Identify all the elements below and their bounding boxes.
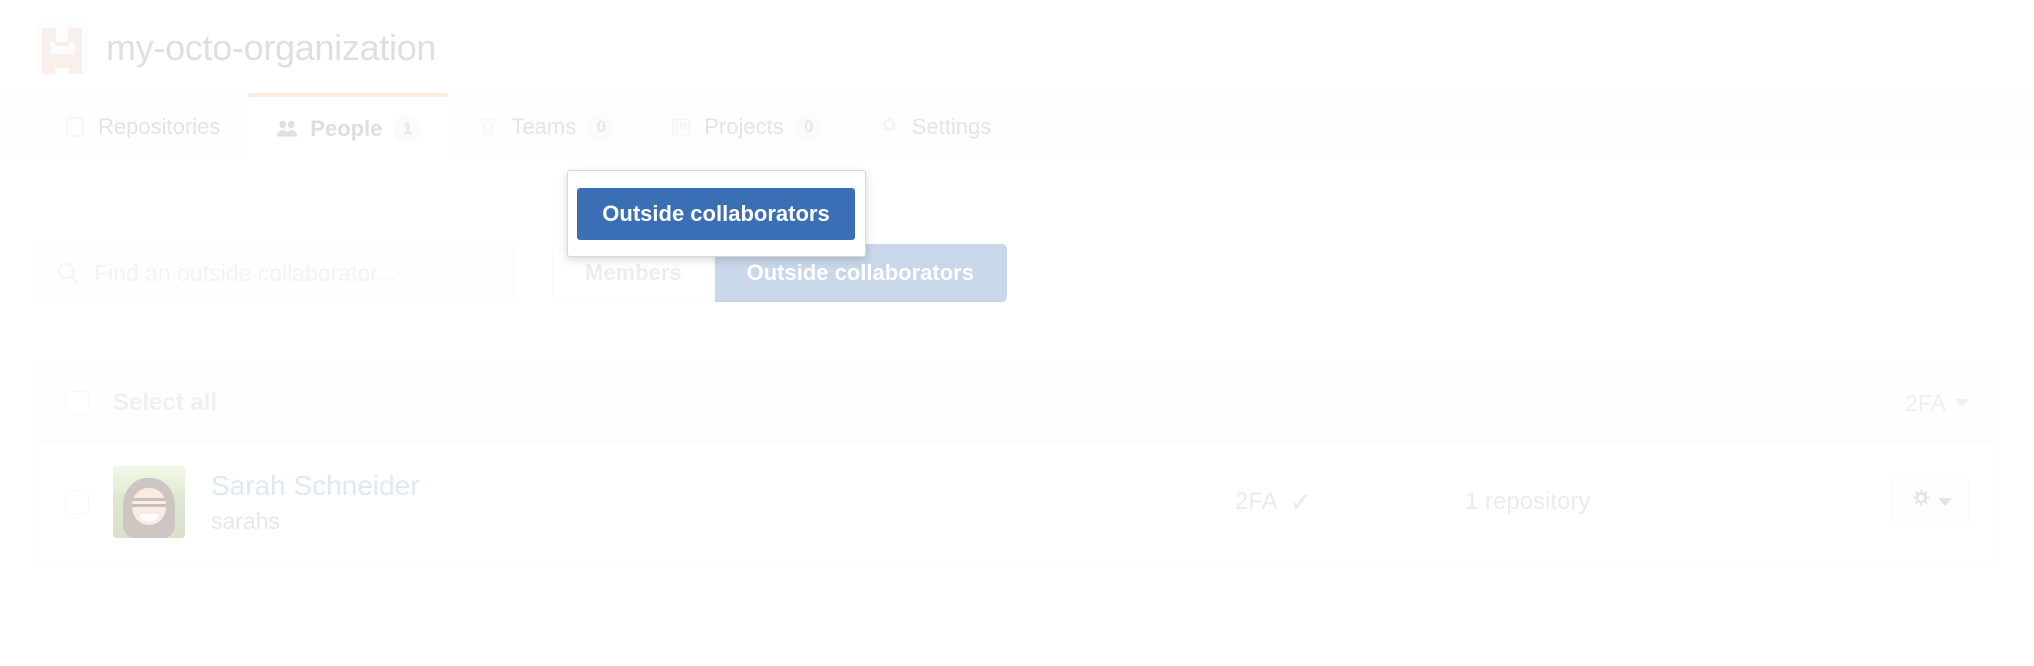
row-checkbox[interactable] <box>65 490 89 514</box>
repo-icon <box>63 115 87 139</box>
organization-people-page: my-octo-organization Repositories People… <box>0 0 2034 666</box>
gear-icon <box>877 115 901 139</box>
chevron-down-icon <box>1937 498 1952 506</box>
search-icon <box>55 260 81 286</box>
outside-collaborators-button[interactable]: Outside collaborators <box>577 188 855 240</box>
tab-counter: 1 <box>393 114 422 143</box>
page-title: my-octo-organization <box>106 27 437 68</box>
tab-repositories[interactable]: Repositories <box>36 93 247 160</box>
user-name-link[interactable]: Sarah Schneider <box>211 470 420 502</box>
tab-counter: 0 <box>794 112 823 141</box>
user-info: Sarah Schneider sarahs <box>211 470 420 535</box>
collaborators-list: Select all 2FA Sarah Schneider sarahs 2F… <box>36 364 1998 563</box>
select-all-label: Select all <box>113 389 218 416</box>
row-inner: Sarah Schneider sarahs 2FA ✓ 1 repositor… <box>65 466 1969 538</box>
user-avatar-photo[interactable] <box>113 466 185 538</box>
row-actions-button[interactable] <box>1891 477 1969 527</box>
list-header: Select all 2FA <box>37 365 1997 442</box>
table-row: Sarah Schneider sarahs 2FA ✓ 1 repositor… <box>37 442 1997 562</box>
tab-label: Repositories <box>98 113 221 139</box>
teams-icon <box>476 115 500 139</box>
tab-settings[interactable]: Settings <box>850 93 1019 160</box>
tab-label: Projects <box>704 113 784 139</box>
tab-label: Teams <box>511 113 577 139</box>
org-nav: Repositories People 1 Teams 0 Projects 0… <box>36 93 1018 160</box>
tab-projects[interactable]: Projects 0 <box>642 93 849 160</box>
people-icon <box>275 117 299 141</box>
org-nav-bar: Repositories People 1 Teams 0 Projects 0… <box>0 93 2034 160</box>
twofa-filter-label: 2FA <box>1905 389 1946 416</box>
tab-counter: 0 <box>587 112 616 141</box>
gear-icon <box>1909 488 1932 516</box>
chevron-down-icon <box>1955 399 1969 407</box>
search-input[interactable]: Find an outside collaborator... <box>36 244 514 302</box>
search-placeholder: Find an outside collaborator... <box>94 259 396 286</box>
twofa-status: 2FA ✓ <box>1235 487 1312 518</box>
twofa-label: 2FA <box>1235 488 1278 515</box>
project-icon <box>669 115 693 139</box>
tab-teams[interactable]: Teams 0 <box>449 93 642 160</box>
twofa-filter-dropdown[interactable]: 2FA <box>1905 390 1969 417</box>
user-login: sarahs <box>211 507 281 534</box>
org-header: my-octo-organization <box>36 22 436 74</box>
check-icon: ✓ <box>1289 486 1312 517</box>
identicon-avatar[interactable] <box>36 22 88 74</box>
tab-label: People <box>310 115 383 141</box>
tab-people[interactable]: People 1 <box>247 93 450 160</box>
repository-count: 1 repository <box>1465 488 1591 515</box>
tab-label: Settings <box>911 113 992 139</box>
select-all-checkbox[interactable] <box>65 391 89 415</box>
